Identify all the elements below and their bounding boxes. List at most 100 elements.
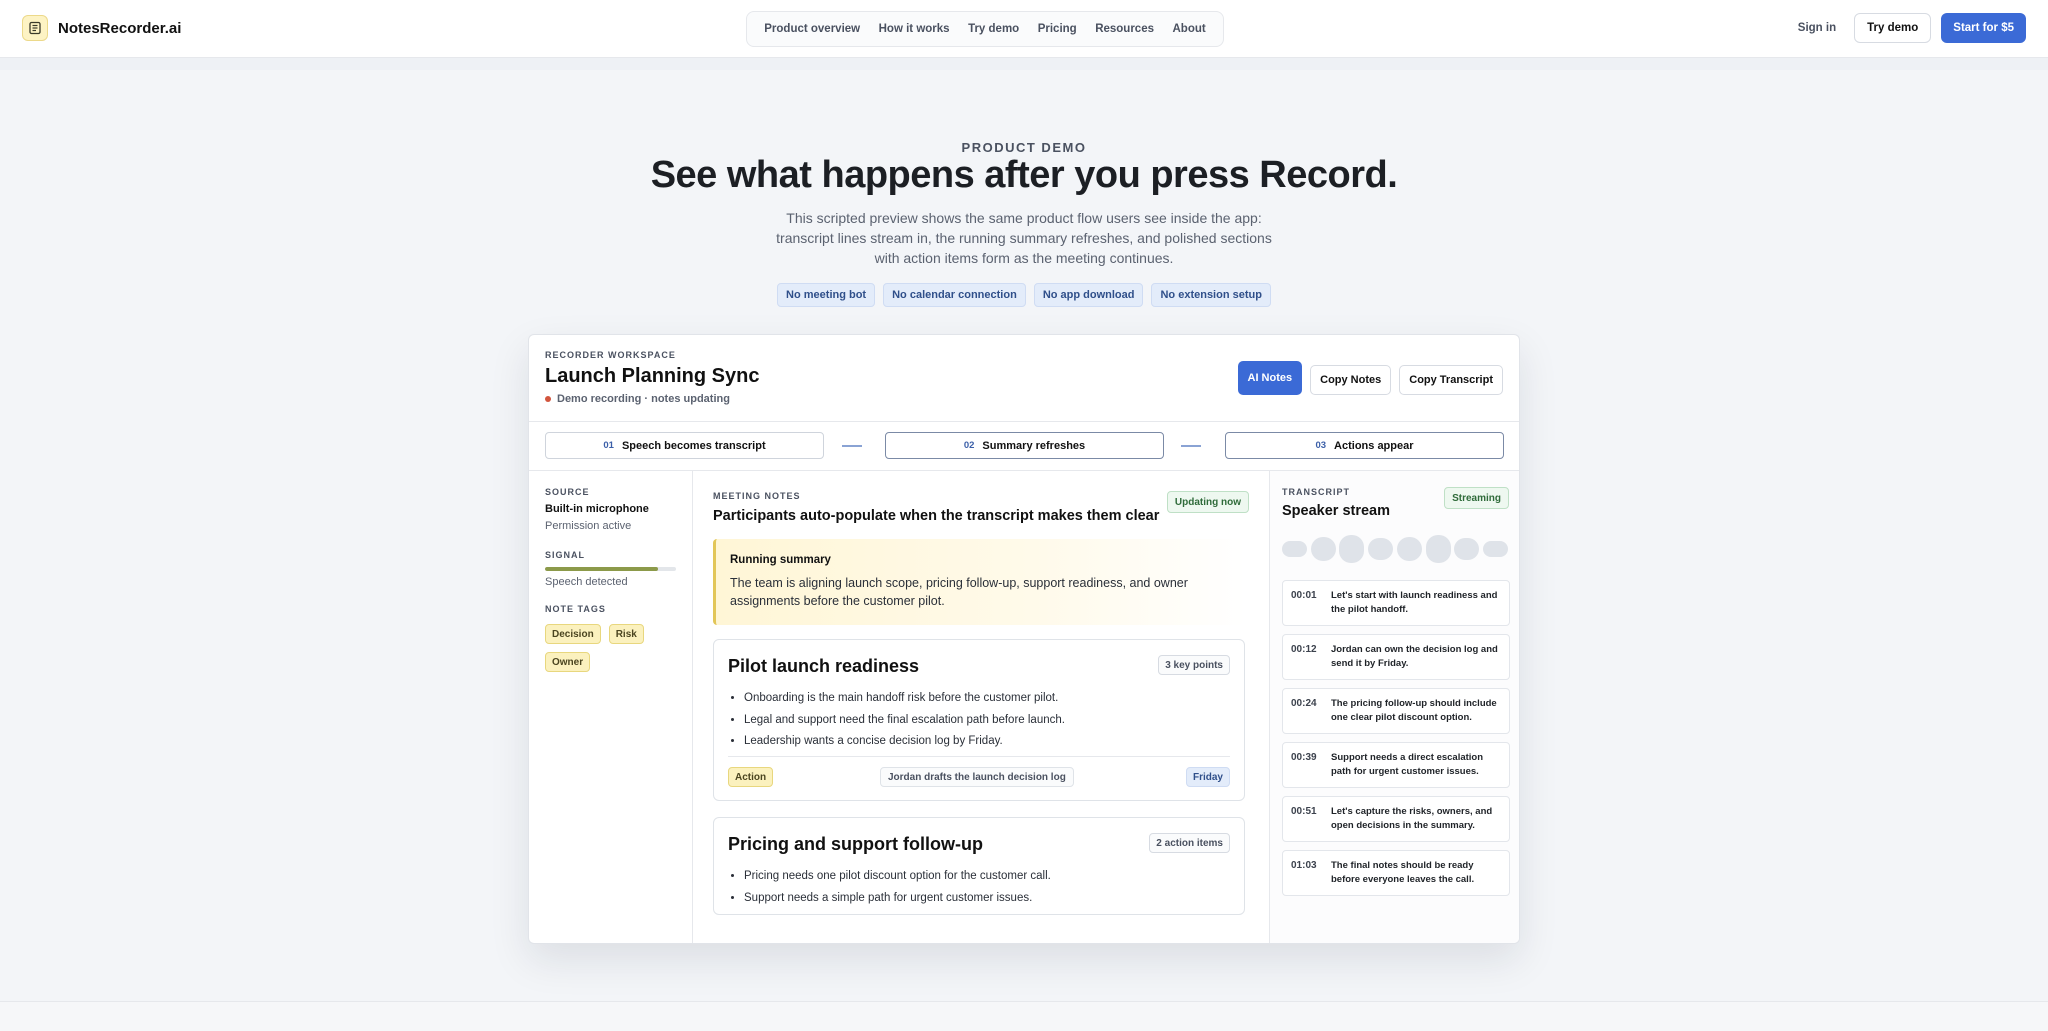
try-demo-button[interactable]: Try demo (1854, 13, 1932, 43)
source-panel: SOURCE Built-in microphone Permission ac… (529, 471, 693, 943)
step-summary[interactable]: 02 Summary refreshes (885, 432, 1164, 459)
signal-label: SIGNAL (545, 550, 586, 560)
bullet-item: Pricing needs one pilot discount option … (744, 866, 1051, 888)
note-tags-label: NOTE TAGS (545, 604, 606, 614)
updating-badge: Updating now (1166, 491, 1249, 513)
notes-section: Pricing and support follow-up 2 action i… (713, 817, 1245, 915)
section-badge: 2 action items (1149, 833, 1230, 853)
bullet-item: Leadership wants a concise decision log … (744, 731, 1065, 753)
notes-logo-icon (22, 15, 48, 41)
wave-bar (1368, 538, 1394, 560)
section-title: Pricing and support follow-up (728, 834, 983, 854)
step-actions[interactable]: 03 Actions appear (1225, 432, 1504, 459)
nav-resources[interactable]: Resources (1095, 23, 1154, 35)
ai-notes-button[interactable]: AI Notes (1237, 361, 1303, 395)
transcript-line[interactable]: 00:12 Jordan can own the decision log an… (1282, 634, 1510, 680)
section-bullets: Pricing needs one pilot discount option … (744, 866, 1051, 909)
bullet-item: Legal and support need the final escalat… (744, 710, 1065, 732)
action-tag: Action (728, 767, 774, 787)
step-connector (1181, 445, 1201, 447)
nav-pricing[interactable]: Pricing (1038, 23, 1077, 35)
wave-bar (1339, 535, 1365, 563)
recording-dot-icon (545, 396, 551, 402)
line-text: The final notes should be ready before e… (1331, 860, 1475, 885)
brand-name: NotesRecorder.ai (58, 19, 182, 37)
nav-actions: Sign in Try demo Start for $5 (1798, 13, 2026, 43)
section-badge: 3 key points (1158, 655, 1230, 675)
meeting-notes-panel: MEETING NOTES Participants auto-populate… (693, 471, 1269, 943)
transcript-title: Speaker stream (1282, 503, 1391, 519)
source-status: Permission active (545, 520, 632, 532)
hero-subtitle: This scripted preview shows the same pro… (776, 210, 1272, 266)
transcript-line[interactable]: 00:39 Support needs a direct escalation … (1282, 742, 1510, 788)
action-text: Jordan drafts the launch decision log (880, 767, 1074, 787)
line-text: Support needs a direct escalation path f… (1331, 752, 1484, 777)
transcript-line[interactable]: 00:01 Let's start with launch readiness … (1282, 580, 1510, 626)
step-number: 03 (1315, 440, 1327, 451)
notes-title: Participants auto-populate when the tran… (713, 508, 1160, 524)
step-number: 01 (603, 440, 614, 451)
nav-menu: Product overview How it works Try demo P… (746, 11, 1224, 47)
feature-pills: No meeting bot No calendar connection No… (0, 283, 2048, 307)
section-bullets: Onboarding is the main handoff risk befo… (744, 688, 1065, 753)
bullet-item: Onboarding is the main handoff risk befo… (744, 688, 1065, 710)
step-transcript[interactable]: 01 Speech becomes transcript (545, 432, 824, 459)
line-text: The pricing follow-up should include one… (1331, 698, 1497, 723)
section-title: Pilot launch readiness (728, 656, 920, 676)
notes-eyebrow: MEETING NOTES (713, 491, 801, 501)
nav-how-it-works[interactable]: How it works (879, 23, 950, 35)
source-value: Built-in microphone (545, 503, 649, 515)
audio-waveform-icon (1282, 534, 1508, 564)
start-button[interactable]: Start for $5 (1941, 13, 2026, 43)
pill-no-meeting-bot: No meeting bot (777, 283, 876, 307)
recorder-workspace: RECORDER WORKSPACE Launch Planning Sync … (528, 334, 1520, 944)
brand[interactable]: NotesRecorder.ai (22, 15, 181, 41)
step-label: Actions appear (1334, 439, 1414, 452)
nav-about[interactable]: About (1173, 23, 1206, 35)
wave-bar (1396, 537, 1422, 561)
source-label: SOURCE (545, 487, 590, 497)
pill-no-app-download: No app download (1033, 283, 1144, 307)
hero-eyebrow: PRODUCT DEMO (961, 140, 1087, 155)
line-time: 00:39 (1291, 752, 1317, 763)
section-divider (728, 756, 1230, 757)
summary-title: Running summary (730, 554, 831, 566)
pill-no-calendar: No calendar connection (883, 283, 1026, 307)
step-label: Speech becomes transcript (621, 439, 766, 452)
transcript-lines: 00:01 Let's start with launch readiness … (1282, 580, 1510, 904)
wave-bar (1454, 538, 1480, 560)
line-text: Let's capture the risks, owners, and ope… (1331, 806, 1493, 831)
copy-transcript-button[interactable]: Copy Transcript (1399, 365, 1503, 395)
transcript-line[interactable]: 00:24 The pricing follow-up should inclu… (1282, 688, 1510, 734)
transcript-line[interactable]: 01:03 The final notes should be ready be… (1282, 850, 1510, 896)
workspace-title: Launch Planning Sync (545, 365, 760, 387)
wave-bar (1425, 535, 1451, 563)
transcript-line[interactable]: 00:51 Let's capture the risks, owners, a… (1282, 796, 1510, 842)
nav-try-demo[interactable]: Try demo (968, 23, 1019, 35)
wave-bar (1310, 537, 1336, 561)
pill-no-extension: No extension setup (1151, 283, 1271, 307)
tag-owner[interactable]: Owner (545, 652, 591, 672)
hero-band (0, 58, 2048, 70)
line-time: 01:03 (1291, 860, 1317, 871)
sign-in-link[interactable]: Sign in (1798, 22, 1836, 34)
recording-status-text: Demo recording · notes updating (557, 393, 730, 405)
tag-risk[interactable]: Risk (608, 624, 644, 644)
signal-meter-fill (545, 567, 658, 571)
summary-text: The team is aligning launch scope, prici… (730, 576, 1188, 608)
workspace-eyebrow: RECORDER WORKSPACE (545, 350, 676, 360)
transcript-eyebrow: TRANSCRIPT (1282, 487, 1350, 497)
notes-section: Pilot launch readiness 3 key points Onbo… (713, 639, 1245, 801)
nav-product-overview[interactable]: Product overview (764, 23, 860, 35)
bullet-item: Support needs a simple path for urgent c… (744, 888, 1051, 910)
hero-title: See what happens after you press Record. (650, 154, 1398, 196)
line-time: 00:24 (1291, 698, 1317, 709)
copy-notes-button[interactable]: Copy Notes (1310, 365, 1392, 395)
line-time: 00:01 (1291, 590, 1317, 601)
line-time: 00:51 (1291, 806, 1317, 817)
tag-decision[interactable]: Decision (545, 624, 601, 644)
recording-status: Demo recording · notes updating (545, 393, 730, 405)
action-due: Friday (1185, 767, 1230, 787)
steps-row: 01 Speech becomes transcript 02 Summary … (529, 421, 1519, 471)
wave-bar (1282, 541, 1307, 557)
